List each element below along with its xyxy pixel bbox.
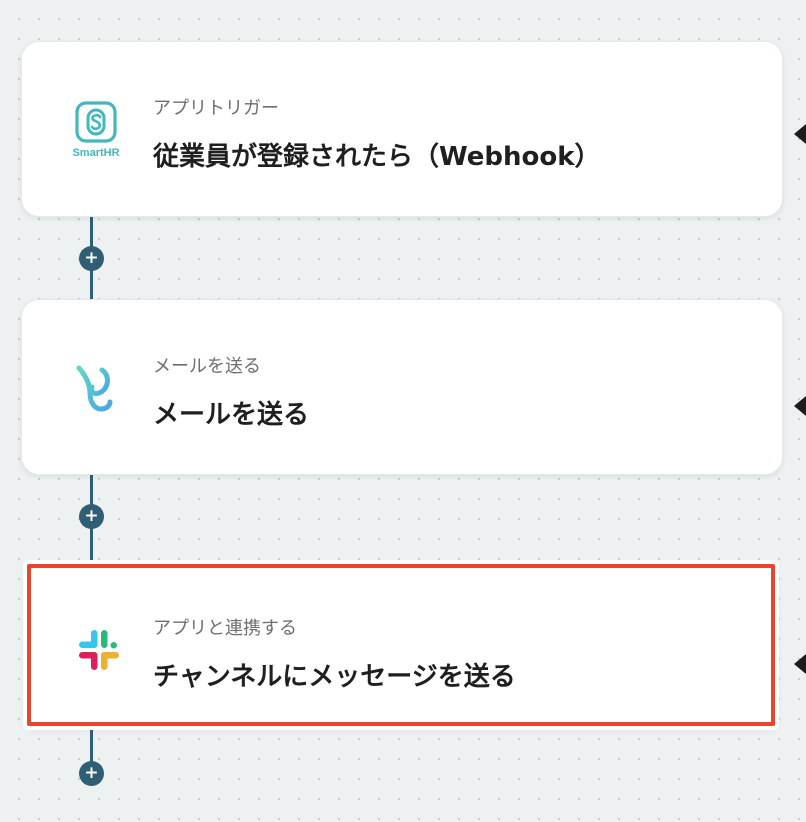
- card-edge-marker: [794, 396, 806, 416]
- step-subtitle: メールを送る: [153, 356, 261, 377]
- flow-step-card-slack-message[interactable]: アプリと連携する チャンネルにメッセージを送る: [27, 564, 775, 726]
- smarthr-logo-icon: SmartHR: [66, 100, 126, 160]
- plus-icon: +: [84, 506, 99, 526]
- flow-step-card-send-mail[interactable]: メールを送る メールを送る: [21, 299, 783, 475]
- plus-icon: +: [84, 763, 99, 783]
- add-step-button[interactable]: +: [79, 761, 104, 786]
- smarthr-logo-label: SmartHR: [72, 147, 119, 159]
- plus-icon: +: [84, 248, 99, 268]
- card-edge-marker: [794, 124, 806, 144]
- step-title: 従業員が登録されたら（Webhook）: [153, 142, 601, 172]
- card-edge-marker: [794, 654, 806, 674]
- add-step-button[interactable]: +: [79, 504, 104, 529]
- flow-step-card-trigger[interactable]: SmartHR アプリトリガー 従業員が登録されたら（Webhook）: [21, 41, 783, 217]
- add-step-button[interactable]: +: [79, 246, 104, 271]
- step-subtitle: アプリと連携する: [153, 618, 297, 639]
- mail-logo-icon: [66, 358, 126, 418]
- slack-logo-icon: [69, 620, 129, 680]
- step-subtitle: アプリトリガー: [153, 98, 279, 119]
- step-title: メールを送る: [153, 400, 310, 430]
- step-title: チャンネルにメッセージを送る: [153, 662, 516, 692]
